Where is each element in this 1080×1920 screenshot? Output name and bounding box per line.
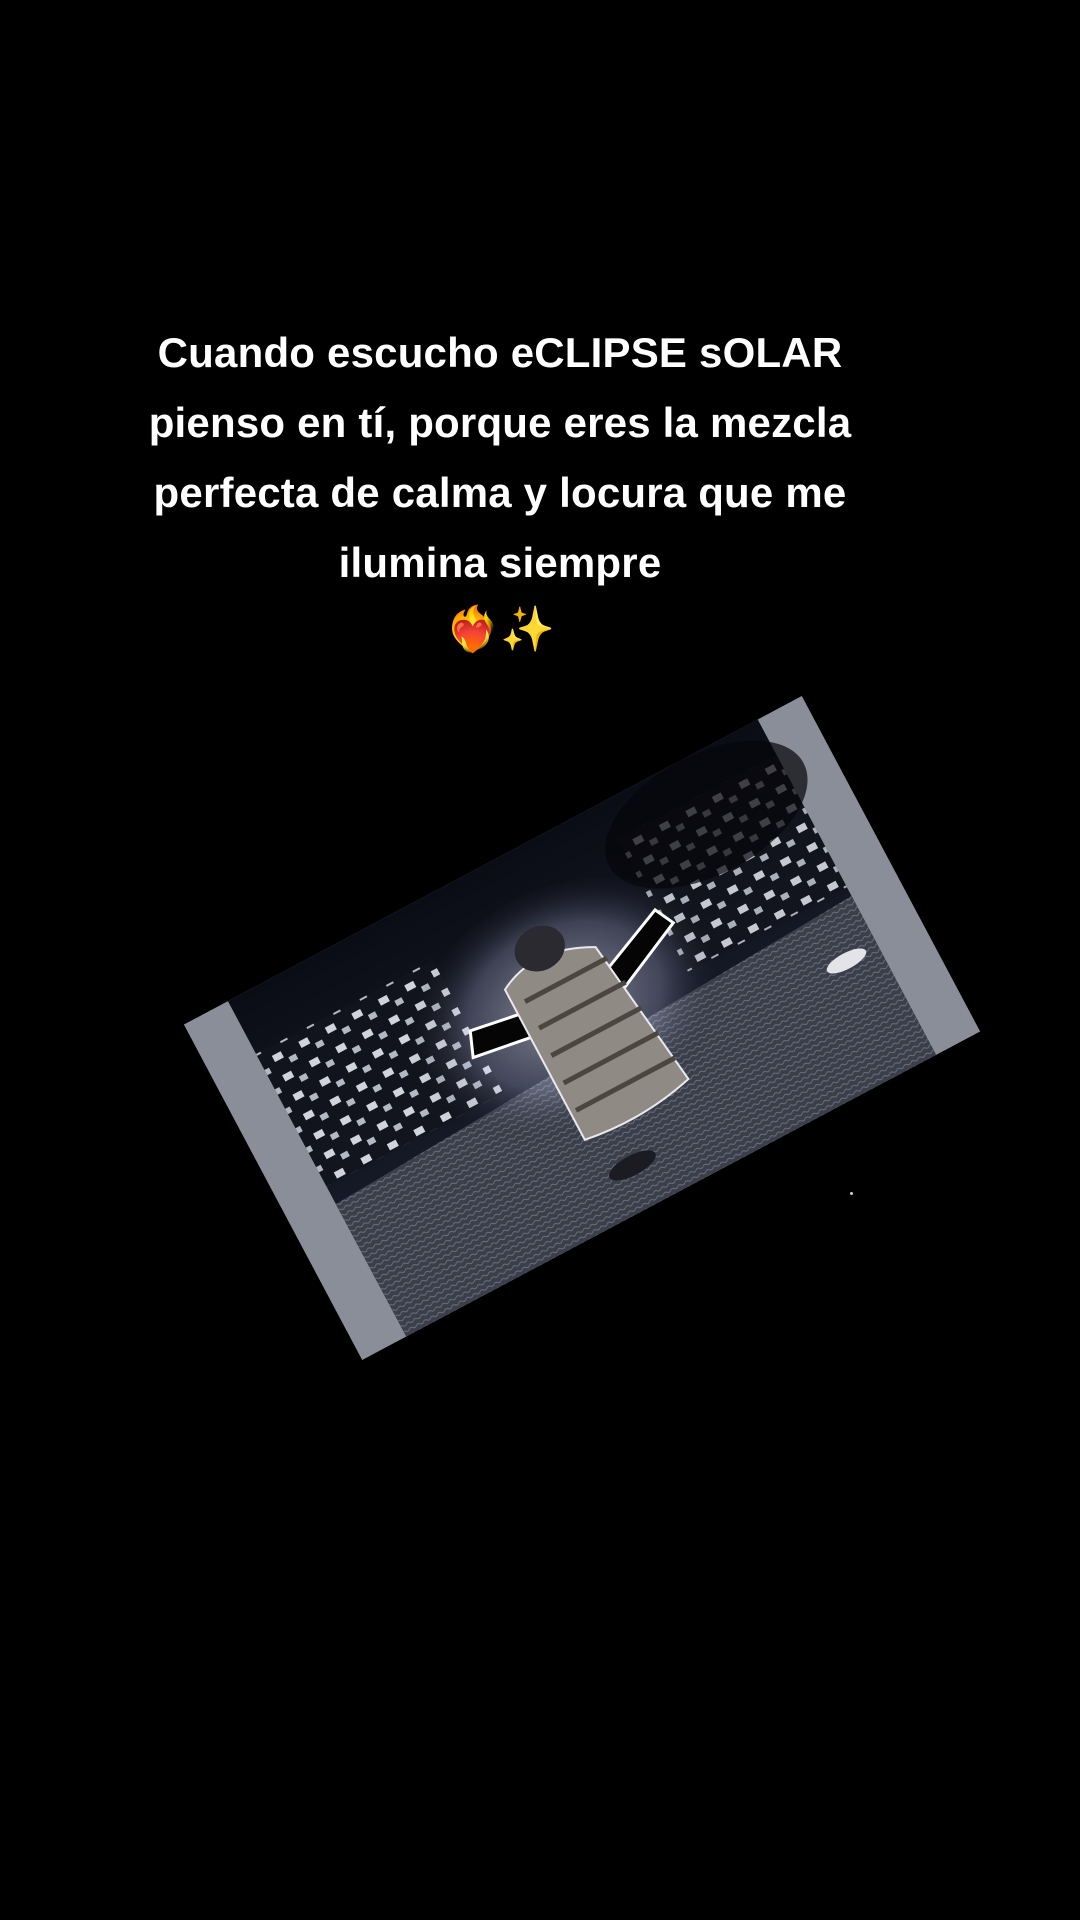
video-frame [183, 695, 981, 1361]
caption-line-1: Cuando escucho eCLIPSE sOLAR [157, 329, 843, 376]
caption-emoji: ❤️‍🔥✨ [445, 605, 555, 654]
speck [850, 1192, 853, 1195]
caption-line-3: perfecta de calma y locura que me [153, 469, 847, 516]
story-screen: Cuando escucho eCLIPSE sOLAR pienso en t… [0, 0, 1080, 1920]
story-caption: Cuando escucho eCLIPSE sOLAR pienso en t… [90, 318, 910, 660]
caption-line-4: ilumina siempre [338, 539, 662, 586]
video-frame-image[interactable] [183, 695, 981, 1361]
video-frame-illustration [183, 695, 981, 1361]
caption-line-2: pienso en tí, porque eres la mezcla [148, 399, 852, 446]
